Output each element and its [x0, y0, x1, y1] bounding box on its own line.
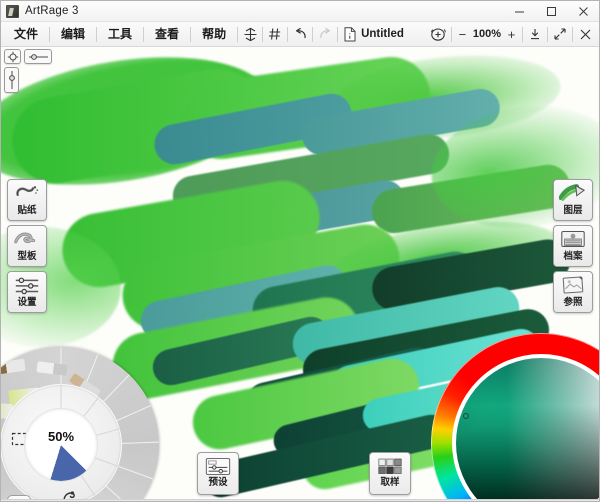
zoom-level: 100%	[472, 28, 501, 40]
document-name: Untitled	[361, 28, 404, 40]
presets-button[interactable]: 预设	[197, 452, 239, 495]
hue-marker	[463, 413, 469, 419]
menu-view[interactable]: 查看	[144, 24, 190, 44]
menu-help[interactable]: 帮助	[191, 24, 237, 44]
sidebar-label-layers: 图层	[563, 205, 583, 216]
document-info-icon	[344, 26, 356, 41]
sidebar-button-settings[interactable]: 设置	[7, 271, 47, 313]
artrage-icon	[6, 4, 19, 18]
sidebar-label-settings: 设置	[17, 297, 37, 308]
stencil-icon	[14, 232, 36, 244]
undo-icon[interactable]	[288, 24, 312, 44]
sidebar-button-stickers[interactable]: 贴纸	[7, 179, 47, 221]
pan-zoom-icon[interactable]	[427, 24, 451, 44]
transform-icon[interactable]	[238, 24, 262, 44]
minimize-button[interactable]	[503, 1, 535, 22]
menu-bar: 文件 编辑 工具 查看 帮助 Untitled − 100% +	[1, 22, 599, 47]
redo-icon	[313, 24, 337, 44]
scrapbook-icon	[561, 231, 585, 247]
canvas-mini-tools	[4, 49, 52, 93]
close-button[interactable]	[567, 1, 599, 22]
fit-to-screen-icon[interactable]	[523, 24, 547, 44]
grid-icon[interactable]	[263, 24, 287, 44]
tool-size-percent: 50%	[47, 429, 75, 444]
status-bar	[1, 499, 599, 501]
sidebar-button-layers[interactable]: 图层	[553, 179, 593, 221]
samples-label: 取样	[380, 477, 400, 488]
rotate-canvas-button[interactable]	[4, 49, 21, 64]
sidebar-label-reference: 参照	[563, 297, 583, 308]
sidebar-button-scraps[interactable]: 档案	[553, 225, 593, 267]
canvas[interactable]: 贴纸 型板 设置 图层 档案 参照 预设 取样 50%	[1, 47, 599, 501]
menu-file[interactable]: 文件	[3, 24, 49, 44]
layers-icon	[559, 184, 586, 201]
zoom-out-button[interactable]: −	[457, 27, 468, 42]
menu-tools[interactable]: 工具	[97, 24, 143, 44]
presets-label: 预设	[208, 477, 228, 488]
sidebar-label-stickers: 贴纸	[17, 205, 37, 216]
zoom-controls: − 100% +	[452, 27, 522, 42]
tool-size-gauge-fill	[25, 409, 97, 481]
close-document-icon[interactable]	[573, 24, 597, 44]
canvas-vertical-slider-button[interactable]	[4, 67, 19, 93]
settings-sliders-icon	[15, 277, 39, 295]
sticker-icon	[16, 186, 39, 197]
sidebar-button-stencils[interactable]: 型板	[7, 225, 47, 267]
samples-button[interactable]: 取样	[369, 452, 411, 495]
fullscreen-icon[interactable]	[548, 24, 572, 44]
menu-edit[interactable]: 编辑	[50, 24, 96, 44]
document-chip[interactable]: Untitled	[338, 26, 410, 42]
reference-image-icon	[562, 276, 584, 294]
tool-size-gauge[interactable]: 50%	[24, 408, 98, 482]
presets-icon	[205, 458, 231, 475]
sidebar-label-stencils: 型板	[17, 251, 37, 262]
color-samples-icon	[378, 458, 402, 474]
artrage-window: ArtRage 3 文件 编辑 工具 查看 帮助 Untitled − 100%…	[0, 0, 600, 502]
sidebar-label-scraps: 档案	[563, 251, 583, 262]
canvas-slider-button[interactable]	[24, 49, 52, 64]
zoom-in-button[interactable]: +	[506, 27, 517, 42]
title-bar: ArtRage 3	[1, 1, 599, 22]
canvas-mini-tools-row	[4, 49, 52, 64]
sidebar-button-reference[interactable]: 参照	[553, 271, 593, 313]
maximize-button[interactable]	[535, 1, 567, 22]
window-title: ArtRage 3	[25, 5, 79, 17]
window-controls	[503, 1, 599, 22]
